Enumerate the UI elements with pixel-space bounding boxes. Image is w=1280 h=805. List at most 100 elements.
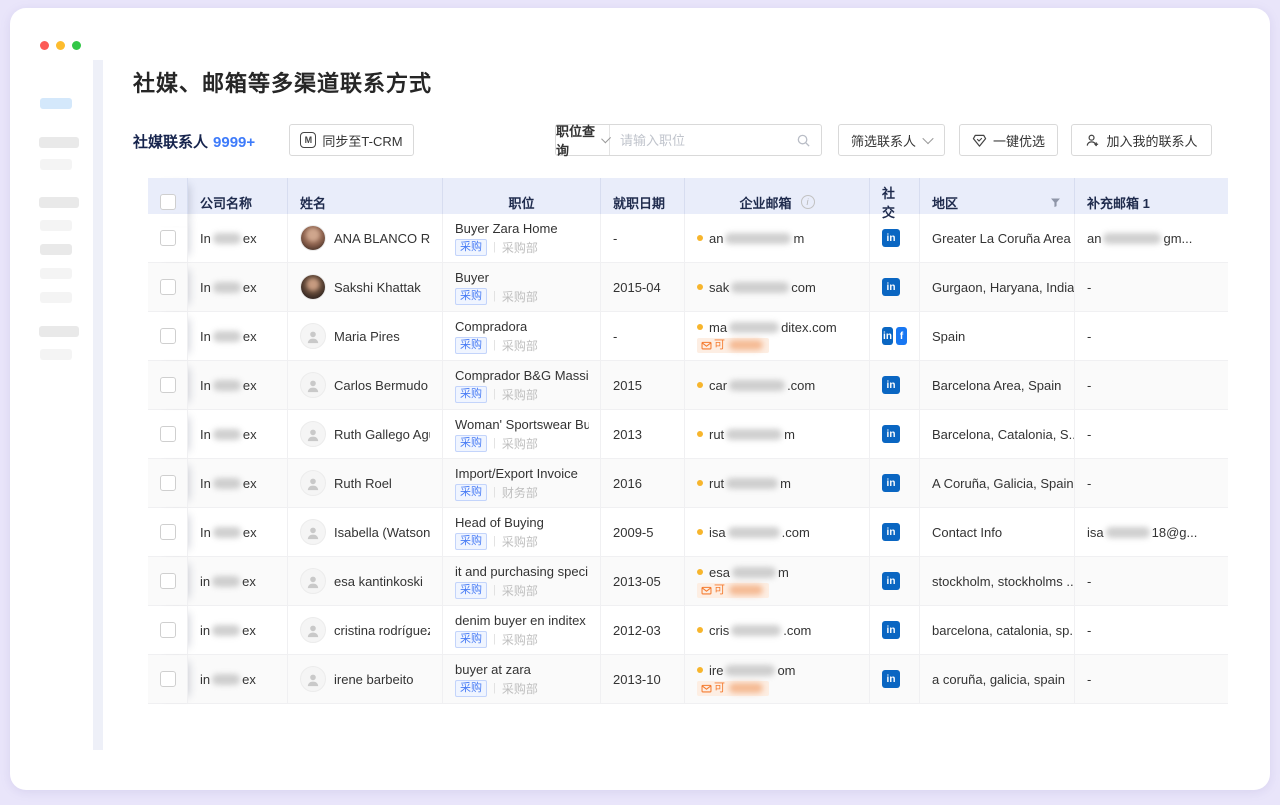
procurement-tag: 采购 (455, 239, 487, 256)
row-checkbox[interactable] (160, 279, 176, 295)
region-cell: stockholm, stockholms ... (920, 557, 1075, 605)
extra-email-cell: - (1075, 557, 1228, 605)
region-cell: Spain (920, 312, 1075, 360)
row-checkbox[interactable] (160, 475, 176, 491)
row-checkbox[interactable] (160, 573, 176, 589)
deliverable-tag: 可 (697, 681, 769, 696)
info-icon[interactable]: i (801, 195, 815, 209)
row-checkbox[interactable] (160, 328, 176, 344)
redacted-text (213, 527, 241, 538)
contact-name: cristina rodríguez (334, 623, 430, 638)
contact-name: esa kantinkoski (334, 574, 423, 589)
avatar (300, 421, 326, 447)
position-title: denim buyer en inditex (455, 613, 586, 628)
department-tag: 采购部 (502, 337, 538, 354)
social-cell: in (870, 508, 920, 556)
extra-email-cell: - (1075, 459, 1228, 507)
linkedin-icon[interactable]: in (882, 572, 900, 590)
sidebar-active-item-placeholder[interactable] (40, 98, 72, 109)
maximize-window-icon[interactable] (72, 41, 81, 50)
add-to-contacts-button[interactable]: 加入我的联系人 (1071, 124, 1212, 156)
linkedin-icon[interactable]: in (882, 229, 900, 247)
redacted-text (725, 233, 791, 244)
linkedin-icon[interactable]: in (882, 327, 893, 345)
redacted-text (1103, 233, 1161, 244)
sidebar-skeleton-bar (40, 244, 72, 255)
email-address: sakcom (697, 280, 816, 295)
social-cell: inf (870, 312, 920, 360)
select-all-checkbox[interactable] (160, 194, 176, 210)
avatar (300, 568, 326, 594)
sidebar-skeleton-bar (39, 137, 79, 148)
department-tag: 采购部 (502, 288, 538, 305)
linkedin-icon[interactable]: in (882, 278, 900, 296)
envelope-icon (701, 683, 712, 694)
procurement-tag: 采购 (455, 386, 487, 403)
redacted-text (729, 340, 763, 350)
row-checkbox[interactable] (160, 671, 176, 687)
position-search-input[interactable] (620, 133, 796, 148)
contact-name: Maria Pires (334, 329, 400, 344)
linkedin-icon[interactable]: in (882, 670, 900, 688)
sidebar-divider (93, 60, 103, 750)
redacted-text (213, 282, 241, 293)
department-tag: 采购部 (502, 582, 538, 599)
region-cell: Barcelona, Catalonia, S... (920, 410, 1075, 458)
row-checkbox[interactable] (160, 622, 176, 638)
linkedin-icon[interactable]: in (882, 474, 900, 492)
procurement-tag: 采购 (455, 288, 487, 305)
email-cell: sakcom (685, 263, 870, 311)
table-row: Inex Ruth Gallego Agulló Woman' Sportswe… (148, 410, 1228, 459)
avatar (300, 617, 326, 643)
quick-select-button[interactable]: 一键优选 (959, 124, 1058, 156)
name-cell: esa kantinkoski (288, 557, 443, 605)
table-row: inex irene barbeito buyer at zara 采购 | 采… (148, 655, 1228, 704)
envelope-icon (701, 585, 712, 596)
avatar (300, 372, 326, 398)
email-cell: maditex.com 可 (685, 312, 870, 360)
row-checkbox[interactable] (160, 524, 176, 540)
company-cell: Inex (188, 263, 288, 311)
name-cell: Ruth Roel (288, 459, 443, 507)
row-checkbox[interactable] (160, 230, 176, 246)
sidebar-skeleton-bar (39, 197, 79, 208)
position-cell: Woman' Sportswear Bu... 采购 | 采购部 (443, 410, 601, 458)
close-window-icon[interactable] (40, 41, 49, 50)
window-controls (40, 41, 81, 50)
name-cell: cristina rodríguez (288, 606, 443, 654)
tcrm-icon: M (300, 132, 316, 148)
department-tag: 采购部 (502, 533, 538, 550)
sidebar-skeleton-bar (40, 349, 72, 360)
avatar (300, 274, 326, 300)
procurement-tag: 采购 (455, 533, 487, 550)
linkedin-icon[interactable]: in (882, 425, 900, 443)
position-query-dropdown[interactable]: 职位查询 (556, 125, 610, 155)
avatar (300, 323, 326, 349)
sidebar-skeleton-bar (40, 159, 72, 170)
email-cell: isa.com (685, 508, 870, 556)
row-checkbox[interactable] (160, 426, 176, 442)
facebook-icon[interactable]: f (896, 327, 907, 345)
extra-email-cell: - (1075, 312, 1228, 360)
sync-tcrm-button[interactable]: M 同步至T-CRM (289, 124, 414, 156)
minimize-window-icon[interactable] (56, 41, 65, 50)
filter-contacts-button[interactable]: 筛选联系人 (838, 124, 945, 156)
start-date-cell: - (601, 312, 685, 360)
linkedin-icon[interactable]: in (882, 621, 900, 639)
filter-funnel-icon[interactable] (1049, 196, 1062, 209)
contact-name: Carlos Bermudo Cr... (334, 378, 430, 393)
email-address: anm (697, 231, 804, 246)
table-row: Inex ANA BLANCO REY Buyer Zara Home 采购 |… (148, 214, 1228, 263)
email-address: rutm (697, 476, 791, 491)
social-cell: in (870, 410, 920, 458)
search-icon[interactable] (796, 133, 811, 148)
linkedin-icon[interactable]: in (882, 523, 900, 541)
row-checkbox[interactable] (160, 377, 176, 393)
linkedin-icon[interactable]: in (882, 376, 900, 394)
contact-name: Isabella (Watson) L... (334, 525, 430, 540)
company-cell: Inex (188, 508, 288, 556)
redacted-text (725, 665, 775, 676)
email-status-dot (697, 324, 703, 330)
table-row: Inex Isabella (Watson) L... Head of Buyi… (148, 508, 1228, 557)
procurement-tag: 采购 (455, 680, 487, 697)
